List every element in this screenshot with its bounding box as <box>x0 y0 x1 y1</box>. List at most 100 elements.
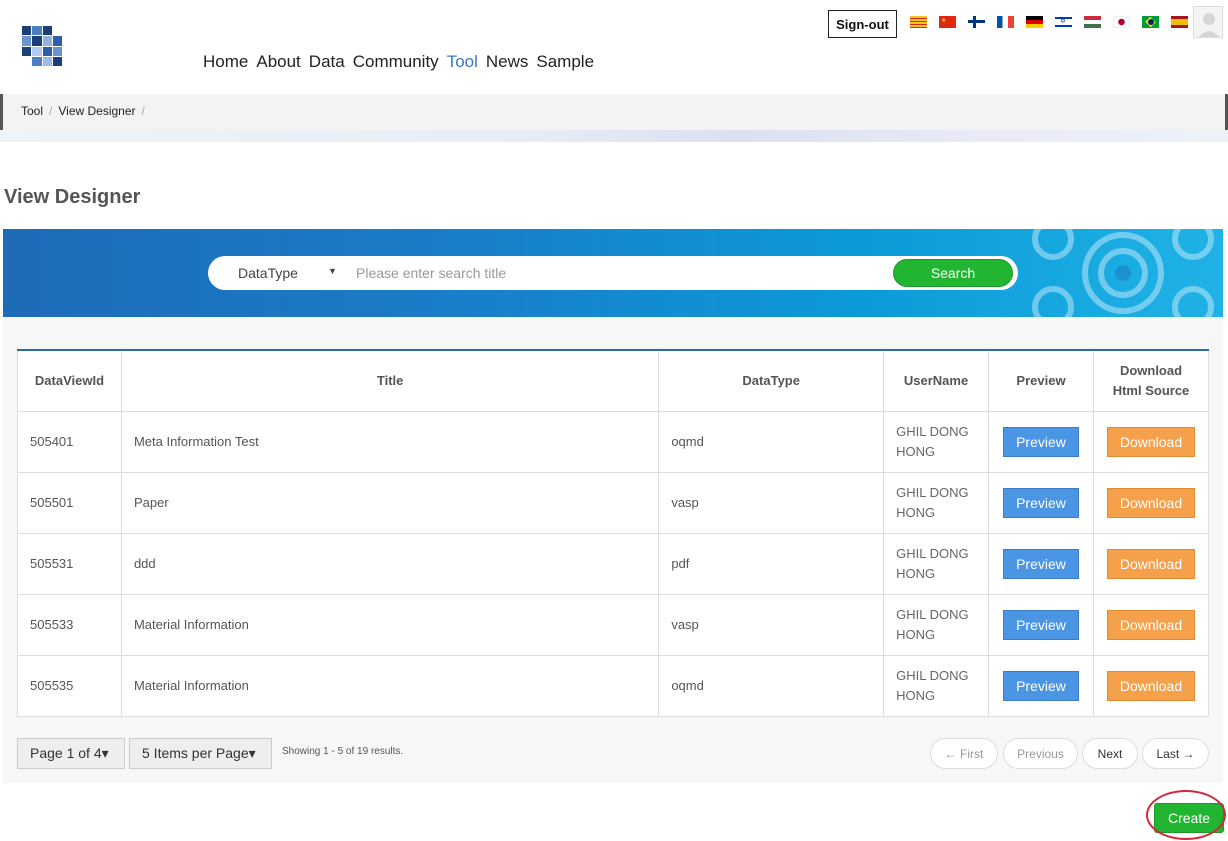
datatype-select[interactable]: DataType <box>238 265 298 281</box>
col-header-title[interactable]: Title <box>120 349 660 412</box>
first-page-button[interactable]: ← First <box>930 738 998 769</box>
main-nav: Home About Data Community Tool News Samp… <box>203 52 594 72</box>
nav-community[interactable]: Community <box>353 52 439 72</box>
cell-datatype: oqmd <box>658 410 885 473</box>
hungary-flag-icon[interactable] <box>1084 16 1101 28</box>
cell-username: GHIL DONG HONG <box>883 410 990 473</box>
nav-about[interactable]: About <box>256 52 300 72</box>
download-button[interactable]: Download <box>1106 487 1195 518</box>
nav-tool[interactable]: Tool <box>447 52 478 72</box>
cell-preview: Preview <box>988 593 1094 656</box>
nav-home[interactable]: Home <box>203 52 248 72</box>
cell-datatype: vasp <box>658 593 885 656</box>
next-page-button[interactable]: Next <box>1082 738 1138 769</box>
cell-preview: Preview <box>988 532 1094 595</box>
table-row[interactable]: 505401 Meta Information Test oqmd GHIL DONG… <box>17 410 1210 473</box>
col-header-dataviewid[interactable]: DataViewId <box>17 349 122 412</box>
last-page-button[interactable]: Last → <box>1142 738 1209 769</box>
col-header-preview: Preview <box>988 349 1094 412</box>
cell-download: Download <box>1092 593 1210 656</box>
banner-pattern-icon <box>1032 229 1214 317</box>
table-header-row: DataViewId Title DataType UserName Previ… <box>17 349 1210 412</box>
nav-data[interactable]: Data <box>309 52 345 72</box>
previous-page-button[interactable]: Previous <box>1003 738 1078 769</box>
breadcrumb-tool[interactable]: Tool <box>21 104 43 118</box>
col-header-datatype[interactable]: DataType <box>658 349 885 412</box>
preview-button[interactable]: Preview <box>1003 670 1079 701</box>
results-panel: DataViewId Title DataType UserName Previ… <box>3 317 1223 783</box>
brazil-flag-icon[interactable] <box>1142 16 1159 28</box>
nav-news[interactable]: News <box>486 52 529 72</box>
cell-title: Paper <box>120 471 660 534</box>
table-body: 505401 Meta Information Test oqmd GHIL DONG… <box>17 410 1210 717</box>
france-flag-icon[interactable] <box>997 16 1014 28</box>
nav-sample[interactable]: Sample <box>536 52 594 72</box>
preview-button[interactable]: Preview <box>1003 487 1079 518</box>
language-flags: ★ ✡ <box>910 16 1188 28</box>
preview-button[interactable]: Preview <box>1003 548 1079 579</box>
germany-flag-icon[interactable] <box>1026 16 1043 28</box>
cell-dataviewid: 505535 <box>17 654 122 717</box>
table-row[interactable]: 505531 ddd pdf GHIL DONG HONG Preview Downloa… <box>17 532 1210 595</box>
cell-datatype: pdf <box>658 532 885 595</box>
col-header-download: Download Html Source <box>1092 349 1210 412</box>
cell-username: GHIL DONG HONG <box>883 532 990 595</box>
site-logo[interactable] <box>18 22 66 70</box>
spain-flag-icon[interactable] <box>1171 16 1188 28</box>
cell-dataviewid: 505401 <box>17 410 122 473</box>
cell-username: GHIL DONG HONG <box>883 593 990 656</box>
download-button[interactable]: Download <box>1106 670 1195 701</box>
preview-button[interactable]: Preview <box>1003 426 1079 457</box>
breadcrumb-separator: / <box>49 104 53 118</box>
col-header-username[interactable]: UserName <box>883 349 990 412</box>
user-avatar-icon[interactable] <box>1193 6 1223 38</box>
japan-flag-icon[interactable] <box>1113 16 1130 28</box>
download-button[interactable]: Download <box>1106 426 1195 457</box>
download-button[interactable]: Download <box>1106 548 1195 579</box>
cell-title: Material Information <box>120 593 660 656</box>
breadcrumb-view-designer[interactable]: View Designer <box>58 104 135 118</box>
breadcrumb: Tool / View Designer / <box>21 104 145 118</box>
cell-preview: Preview <box>988 410 1094 473</box>
results-count: Showing 1 - 5 of 19 results. <box>282 746 404 757</box>
cell-download: Download <box>1092 654 1210 717</box>
catalan-flag-icon[interactable] <box>910 16 927 28</box>
search-input[interactable] <box>356 258 886 288</box>
caret-down-icon[interactable]: ▼ <box>328 266 337 276</box>
cell-dataviewid: 505501 <box>17 471 122 534</box>
data-view-table: DataViewId Title DataType UserName Previ… <box>17 349 1210 717</box>
cell-preview: Preview <box>988 654 1094 717</box>
cell-username: GHIL DONG HONG <box>883 471 990 534</box>
cell-title: ddd <box>120 532 660 595</box>
finland-flag-icon[interactable] <box>968 16 985 28</box>
search-button[interactable]: Search <box>893 259 1013 287</box>
preview-button[interactable]: Preview <box>1003 609 1079 640</box>
cell-username: GHIL DONG HONG <box>883 654 990 717</box>
cell-dataviewid: 505533 <box>17 593 122 656</box>
page-title: View Designer <box>4 186 141 208</box>
cell-preview: Preview <box>988 471 1094 534</box>
page-select[interactable]: Page 1 of 4▾ <box>17 738 125 769</box>
cell-dataviewid: 505531 <box>17 532 122 595</box>
israel-flag-icon[interactable]: ✡ <box>1055 16 1072 28</box>
breadcrumb-separator: / <box>141 104 145 118</box>
cell-download: Download <box>1092 471 1210 534</box>
page: Home About Data Community Tool News Samp… <box>0 0 1228 841</box>
download-button[interactable]: Download <box>1106 609 1195 640</box>
cell-datatype: vasp <box>658 471 885 534</box>
create-button[interactable]: Create <box>1154 803 1224 833</box>
cell-download: Download <box>1092 532 1210 595</box>
per-page-select[interactable]: 5 Items per Page▾ <box>129 738 272 769</box>
cell-title: Meta Information Test <box>120 410 660 473</box>
table-row[interactable]: 505535 Material Information oqmd GHIL DONG … <box>17 654 1210 717</box>
search-box: DataType ▼ Search <box>208 256 1018 290</box>
cell-download: Download <box>1092 410 1210 473</box>
cell-title: Material Information <box>120 654 660 717</box>
china-flag-icon[interactable]: ★ <box>939 16 956 28</box>
cell-datatype: oqmd <box>658 654 885 717</box>
signout-button[interactable]: Sign-out <box>828 10 897 38</box>
table-row[interactable]: 505501 Paper vasp GHIL DONG HONG Preview Down… <box>17 471 1210 534</box>
search-banner: DataType ▼ Search <box>3 229 1223 317</box>
breadcrumb-bar: Tool / View Designer / <box>0 94 1228 130</box>
table-row[interactable]: 505533 Material Information vasp GHIL DONG … <box>17 593 1210 656</box>
